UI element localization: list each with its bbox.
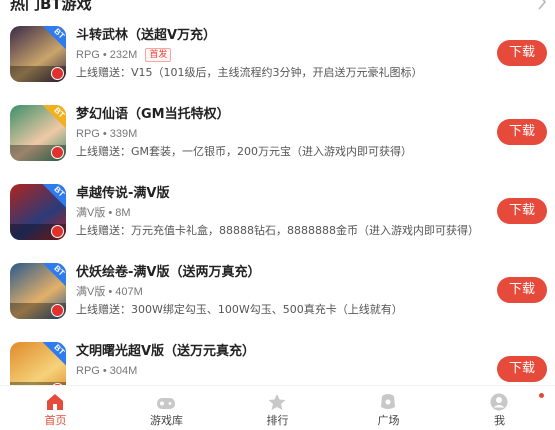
tab-label: 广场 [377, 414, 400, 427]
game-meta-text: RPG • 304M [76, 365, 138, 377]
tab-bar: 首页 游戏库 排行 广场 我 [0, 385, 555, 430]
section-header: 热门BT游戏 [0, 0, 555, 14]
section-title: 热门BT游戏 [10, 0, 92, 13]
game-meta: 满V版 • 8M [76, 206, 131, 220]
square-icon [378, 393, 398, 411]
game-meta-text: 满V版 • 407M [76, 286, 143, 298]
game-meta-text: RPG • 339M [76, 128, 138, 140]
game-meta: RPG • 339M [76, 127, 137, 141]
tab-game-library[interactable]: 游戏库 [111, 386, 222, 430]
game-meta-text: RPG • 232M [76, 49, 138, 61]
badge-dot-icon [51, 304, 64, 317]
game-gift-text: 上线赠送：300W绑定勾玉、100W勾玉、500真充卡（上线就有） [76, 303, 403, 316]
game-item[interactable]: BT 伏妖绘卷-满V版（送两万真充） 满V版 • 407M 上线赠送：300W绑定勾玉… [0, 263, 555, 342]
badge-dot-icon [51, 225, 64, 238]
game-gift-text: 上线赠送：万元充值卡礼盒，88888钻石，8888888金币（进入游戏内即可获得… [76, 224, 479, 237]
download-button[interactable]: 下载 [497, 356, 547, 382]
tab-label: 排行 [266, 414, 289, 427]
gamepad-icon [156, 393, 176, 411]
game-meta-text: 满V版 • 8M [76, 207, 131, 219]
badge-dot-icon [51, 146, 64, 159]
game-icon[interactable]: BT [10, 26, 66, 82]
tab-label: 首页 [44, 414, 67, 427]
notification-dot [539, 393, 544, 398]
ranking-icon [267, 393, 287, 411]
game-item[interactable]: BT 梦幻仙语（GM当托特权） RPG • 339M 上线赠送：GM套装，一亿银币，2… [0, 105, 555, 184]
game-item[interactable]: BT 斗转武林（送超V万充） RPG • 232M 首发上线赠送：V15（101级后，… [0, 26, 555, 105]
game-gift-text: 上线赠送：GM套装，一亿银币，200万元宝（进入游戏内即可获得） [76, 145, 413, 158]
game-name[interactable]: 文明曙光超V版（送万元真充） [76, 343, 255, 361]
game-icon[interactable]: BT [10, 105, 66, 161]
game-item[interactable]: BT 卓越传说-满V版满V版 • 8M 上线赠送：万元充值卡礼盒，88888钻石，8… [0, 184, 555, 263]
game-gift-text: 上线赠送：V15（101级后，主线流程约3分钟，开启送万元豪礼图标） [76, 66, 423, 79]
home-icon [45, 393, 65, 411]
game-icon[interactable]: BT [10, 184, 66, 240]
download-button[interactable]: 下载 [497, 277, 547, 303]
game-name[interactable]: 伏妖绘卷-满V版（送两万真充） [76, 264, 260, 282]
tab-label: 游戏库 [150, 414, 183, 427]
tab-profile[interactable]: 我 [444, 386, 555, 430]
tab-ranking[interactable]: 排行 [222, 386, 333, 430]
tab-label: 我 [494, 414, 505, 427]
download-button[interactable]: 下载 [497, 119, 547, 145]
first-release-tag: 首发 [145, 48, 172, 62]
tab-square[interactable]: 广场 [333, 386, 444, 430]
chevron-right-icon[interactable] [537, 0, 547, 15]
game-name[interactable]: 梦幻仙语（GM当托特权） [76, 106, 230, 124]
download-button[interactable]: 下载 [497, 198, 547, 224]
profile-icon [489, 393, 509, 411]
game-name[interactable]: 卓越传说-满V版 [76, 185, 169, 203]
download-button[interactable]: 下载 [497, 40, 547, 66]
game-meta: 满V版 • 407M [76, 285, 143, 299]
badge-dot-icon [51, 67, 64, 80]
game-meta: RPG • 304M [76, 364, 137, 378]
game-list: BT 斗转武林（送超V万充） RPG • 232M 首发上线赠送：V15（101级后，… [0, 26, 555, 421]
game-name[interactable]: 斗转武林（送超V万充） [76, 27, 216, 45]
game-meta: RPG • 232M 首发 [76, 48, 172, 62]
game-icon[interactable]: BT [10, 263, 66, 319]
tab-home[interactable]: 首页 [0, 386, 111, 430]
